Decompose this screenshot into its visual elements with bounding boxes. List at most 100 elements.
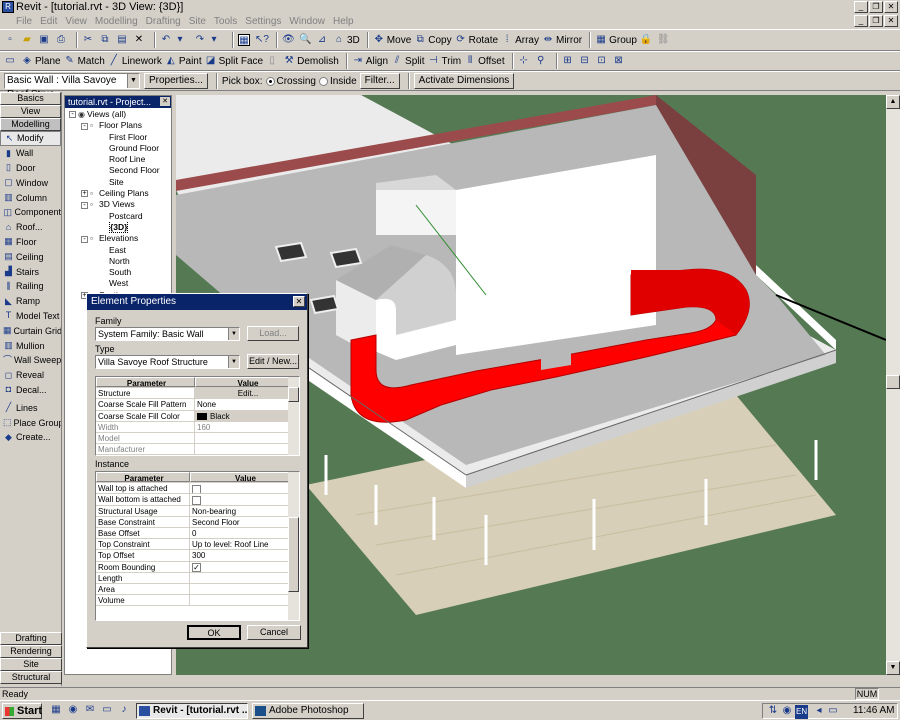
close-icon[interactable]: ✕ [160, 97, 170, 106]
parameter-value[interactable] [190, 595, 299, 605]
collapse-icon[interactable]: - [81, 235, 88, 243]
menu-view[interactable]: View [65, 15, 87, 29]
ok-button[interactable]: OK [187, 625, 241, 640]
display-icon[interactable]: ▭ [827, 705, 839, 717]
tree-node[interactable]: Postcard [65, 211, 171, 222]
design-bar-item-wall-sweep[interactable]: ⌒ Wall Sweep [0, 353, 61, 368]
design-bar-item-roof[interactable]: ⌂ Roof... [0, 220, 61, 235]
activate-dimensions-button[interactable]: Activate Dimensions [413, 73, 515, 89]
menu-help[interactable]: Help [333, 15, 354, 29]
component-tag-icon[interactable]: ⊠ [613, 53, 627, 69]
table-row[interactable]: Coarse Scale Fill Pattern None [96, 399, 299, 411]
design-bar-item-place-group[interactable]: ⬚ Place Group [0, 415, 61, 430]
tree-node[interactable]: West [65, 278, 171, 289]
outlook-icon[interactable]: ✉ [84, 704, 96, 716]
tree-node[interactable]: - ▫ Elevations [65, 233, 171, 244]
menu-modelling[interactable]: Modelling [95, 15, 138, 29]
edit-new-button[interactable]: Edit / New... [247, 354, 299, 369]
delete-icon[interactable]: ✕ [133, 32, 147, 48]
design-bar-item-wall[interactable]: ▮ Wall [0, 146, 61, 161]
checkbox-checked[interactable]: ✓ [192, 562, 201, 572]
horizontal-scrollbar[interactable] [176, 675, 900, 687]
table-row[interactable]: Wall top is attached [96, 483, 299, 495]
redo-icon[interactable]: ↷ [194, 32, 208, 48]
table-row[interactable]: Base Offset 0 [96, 527, 299, 540]
table-row[interactable]: Area [96, 583, 299, 596]
collapse-icon[interactable]: - [81, 122, 88, 130]
parameter-value[interactable] [190, 584, 299, 594]
inside-radio[interactable]: Inside [318, 73, 357, 89]
start-button[interactable]: Start [2, 703, 42, 719]
snap-icon[interactable]: ⊹ [518, 53, 532, 69]
tree-node[interactable]: East [65, 245, 171, 256]
tree-node[interactable]: - ▫ 3D Views [65, 199, 171, 210]
type-selector[interactable]: Basic Wall : Villa Savoye Roof Struc▼ [4, 73, 140, 100]
parameter-value[interactable] [190, 494, 299, 505]
properties-toolbar-icon[interactable]: ▦ [238, 32, 252, 48]
parameter-value[interactable] [195, 444, 299, 454]
menu-edit[interactable]: Edit [40, 15, 57, 29]
menu-settings[interactable]: Settings [245, 15, 281, 29]
design-bar-item-reveal[interactable]: ◻ Reveal [0, 368, 61, 383]
menu-tools[interactable]: Tools [214, 15, 237, 29]
parameter-value[interactable]: Non-bearing [190, 506, 299, 516]
antivirus-icon[interactable]: ◉ [781, 705, 793, 717]
align-button[interactable]: ⇥ Align [352, 53, 388, 69]
dimension-icon[interactable]: ⊞ [562, 53, 576, 69]
match-button[interactable]: ✎ Match [64, 53, 104, 69]
copy-tool-button[interactable]: ⧉ Copy [414, 32, 452, 48]
parameter-value[interactable]: None [195, 399, 299, 409]
parameter-value[interactable] [195, 433, 299, 443]
tab-rendering[interactable]: Rendering [0, 645, 62, 658]
parameter-value[interactable]: Black [195, 410, 299, 421]
parameter-value[interactable]: 0 [190, 528, 299, 538]
split-face-button[interactable]: ◪ Split Face [205, 53, 263, 69]
table-row[interactable]: Top Constraint Up to level: Roof Line [96, 539, 299, 551]
media-icon[interactable]: ♪ [118, 704, 130, 716]
lock-icon[interactable]: 🔒 [640, 32, 654, 48]
tab-structural[interactable]: Structural [0, 671, 62, 684]
offset-button[interactable]: ⫴ Offset [464, 53, 505, 69]
design-bar-item-create[interactable]: ◆ Create... [0, 430, 61, 445]
table-row[interactable]: Room Bounding ✓ [96, 561, 299, 573]
undo-dropdown-icon[interactable]: ▾ [177, 32, 191, 48]
tab-view[interactable]: View [0, 105, 61, 118]
cut-geometry-icon[interactable]: ▯ [266, 53, 280, 69]
parameter-value[interactable]: Second Floor [190, 517, 299, 527]
thin-lines-icon[interactable]: ⊿ [316, 32, 330, 48]
open-icon[interactable]: ▰ [21, 32, 35, 48]
design-bar-item-modify[interactable]: ↖ Modify [0, 131, 61, 146]
close-button[interactable]: ✕ [884, 1, 898, 13]
cancel-button[interactable]: Cancel [247, 625, 301, 640]
design-bar-item-ceiling[interactable]: ▤ Ceiling [0, 249, 61, 264]
zoom-icon[interactable]: 🔍 [299, 32, 313, 48]
crossing-radio[interactable]: Crossing [265, 73, 316, 89]
plane-button[interactable]: ◈ Plane [21, 53, 60, 69]
cut-icon[interactable]: ✂ [82, 32, 96, 48]
collapse-icon[interactable]: - [81, 201, 88, 209]
mirror-button[interactable]: ⇹ Mirror [542, 32, 582, 48]
properties-button[interactable]: Properties... [144, 73, 208, 89]
group-button[interactable]: ▦ Group [595, 32, 637, 48]
design-bar-item-door[interactable]: ▯ Door [0, 161, 61, 176]
trim-button[interactable]: ⊣ Trim [428, 53, 461, 69]
undo-icon[interactable]: ↶ [160, 32, 174, 48]
table-row[interactable]: Volume [96, 595, 299, 607]
design-bar-item-column[interactable]: ▥ Column [0, 190, 61, 205]
design-bar-item-curtain-grid[interactable]: ▦ Curtain Grid [0, 323, 61, 338]
language-indicator[interactable]: EN [795, 705, 809, 719]
redo-dropdown-icon[interactable]: ▾ [211, 32, 225, 48]
parameter-value[interactable] [190, 573, 299, 583]
menu-site[interactable]: Site [189, 15, 206, 29]
type-dropdown[interactable]: Villa Savoye Roof Structure ▼ [95, 355, 240, 369]
browser-icon[interactable]: ◉ [67, 704, 79, 716]
paint-button[interactable]: ◭ Paint [165, 53, 202, 69]
tab-drafting[interactable]: Drafting [0, 632, 62, 645]
design-bar-item-model-text[interactable]: T Model Text [0, 309, 61, 324]
scroll-thumb[interactable] [288, 387, 299, 402]
demolish-button[interactable]: ⚒ Demolish [283, 53, 339, 69]
type-table-scrollbar[interactable] [288, 377, 299, 455]
scroll-down-icon[interactable]: ▼ [886, 661, 900, 675]
design-bar-item-lines[interactable]: ╱ Lines [0, 400, 61, 415]
paste-icon[interactable]: ▤ [116, 32, 130, 48]
